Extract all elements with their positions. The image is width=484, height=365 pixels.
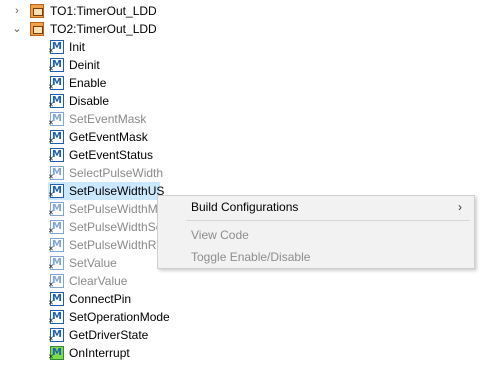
menu-item-label: View Code [191,228,249,242]
method-item[interactable]: M ✕ ConnectPin [0,290,484,308]
method-item[interactable]: M ✕ GetEventStatus [0,146,484,164]
method-icon: M ✕ [48,112,64,127]
submenu-arrow-icon: › [458,200,462,214]
component-tree: › TO1:TimerOut_LDD ⌄ TO2:TimerOut_LDD M ✕… [0,0,484,365]
method-icon: M ✕ [48,58,64,73]
method-item[interactable]: M ✕ Enable [0,74,484,92]
method-label: Deinit [69,58,100,72]
method-label: ConnectPin [69,292,132,306]
method-label: SetOperationMode [69,310,170,324]
method-label: Disable [69,94,110,108]
chevron-down-icon[interactable]: ⌄ [12,20,22,38]
event-method-icon: M ✕ [48,346,64,361]
method-item[interactable]: M ✕ Init [0,38,484,56]
method-item[interactable]: M ✕ OnInterrupt [0,344,484,362]
chevron-right-icon[interactable]: › [12,2,22,20]
method-item[interactable]: M ✕ SetEventMask [0,110,484,128]
method-label: SetPulseWidthUS [69,184,165,198]
menu-item-label: Build Configurations [191,200,299,214]
method-icon: M ✕ [48,310,64,325]
method-icon: M ✕ [48,256,64,271]
method-overlay-icon: ✕ [48,353,54,361]
method-icon: M ✕ [48,166,64,181]
menu-item-view-code[interactable]: View Code [158,225,474,245]
method-item[interactable]: M ✕ Disable [0,92,484,110]
method-icon: M ✕ [48,274,64,289]
method-label: GetEventStatus [69,148,154,162]
method-label: SetPulseWidthSe [69,220,163,234]
method-icon: M ✕ [48,184,64,199]
method-item[interactable]: M ✕ GetDriverState [0,326,484,344]
method-label: SetPulseWidthM [69,202,158,216]
method-icon: M ✕ [48,220,64,235]
method-label: SetValue [69,256,117,270]
method-icon: M ✕ [48,130,64,145]
method-icon: M ✕ [48,328,64,343]
method-label: OnInterrupt [69,346,130,360]
method-icon: M ✕ [48,202,64,217]
method-icon: M ✕ [48,94,64,109]
tree-node-to1[interactable]: › TO1:TimerOut_LDD [0,2,484,20]
method-label: GetEventMask [69,130,148,144]
method-label: SetEventMask [69,112,147,126]
method-item[interactable]: M ✕ GetEventMask [0,128,484,146]
method-label: GetDriverState [69,328,149,342]
method-label: ClearValue [69,274,128,288]
method-label: Init [69,40,86,54]
method-icon: M ✕ [48,148,64,163]
menu-separator [186,220,470,221]
menu-item-label: Toggle Enable/Disable [191,250,311,264]
tree-node-to2[interactable]: ⌄ TO2:TimerOut_LDD [0,20,484,38]
method-label: Enable [69,76,107,90]
method-item[interactable]: M ✕ SetOperationMode [0,308,484,326]
method-item[interactable]: M ✕ ClearValue [0,272,484,290]
method-label: SetPulseWidthRe [69,238,164,252]
menu-item-toggle-enable-disable[interactable]: Toggle Enable/Disable [158,247,474,267]
tree-node-label: TO1:TimerOut_LDD [50,4,157,18]
context-menu: Build Configurations › View Code Toggle … [157,195,475,269]
component-icon [30,4,44,18]
method-item[interactable]: M ✕ Deinit [0,56,484,74]
method-icon: M ✕ [48,238,64,253]
component-icon [30,22,44,36]
method-icon: M ✕ [48,292,64,307]
method-icon: M ✕ [48,40,64,55]
method-icon: M ✕ [48,76,64,91]
method-label: SelectPulseWidth [69,166,164,180]
menu-item-build-configurations[interactable]: Build Configurations › [158,197,474,217]
method-item[interactable]: M ✕ SelectPulseWidth [0,164,484,182]
tree-node-label: TO2:TimerOut_LDD [50,22,157,36]
